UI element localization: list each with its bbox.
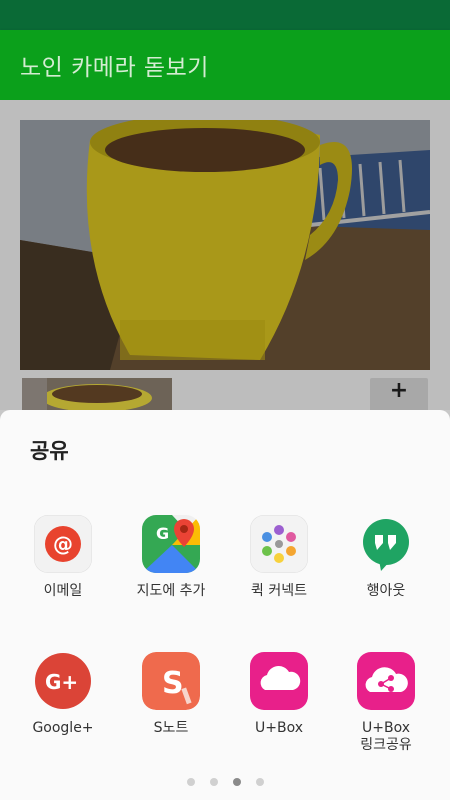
uplus-box-icon <box>250 652 308 710</box>
quick-connect-icon <box>250 515 308 573</box>
email-icon: @ <box>34 515 92 573</box>
share-app-label: Google+ <box>32 720 94 736</box>
share-app-google-plus[interactable]: G+ Google+ <box>7 652 119 737</box>
page-dot[interactable] <box>255 778 264 786</box>
maps-icon: G <box>142 515 200 573</box>
page-dot-active[interactable] <box>232 778 241 786</box>
s-note-icon: S <box>142 652 200 710</box>
share-app-label: U+Box <box>254 720 303 736</box>
share-app-email[interactable]: @ 이메일 <box>7 515 119 600</box>
uplus-box-link-icon <box>357 652 415 710</box>
svg-text:@: @ <box>53 532 73 556</box>
app-bar: 노인 카메라 돋보기 <box>0 30 450 100</box>
page-dot[interactable] <box>209 778 218 786</box>
share-app-label: 이메일 <box>43 583 83 599</box>
svg-text:G+: G+ <box>45 670 78 694</box>
google-plus-icon: G+ <box>34 652 92 710</box>
share-sheet: 공유 @ 이메일 G 지도에 추가 퀵 커넥트 행아웃 G+ Google+ S… <box>0 410 450 800</box>
share-app-uplus-box[interactable]: U+Box <box>223 652 335 737</box>
share-app-label: U+Box 링크공유 <box>360 720 412 753</box>
svg-text:S: S <box>162 666 184 701</box>
share-title: 공유 <box>30 439 69 463</box>
share-app-hangouts[interactable]: 행아웃 <box>330 515 442 600</box>
share-app-label: 지도에 추가 <box>136 583 206 599</box>
share-app-uplus-box-link[interactable]: U+Box 링크공유 <box>330 652 442 754</box>
page-dot[interactable] <box>186 778 195 786</box>
camera-content: + <box>0 100 450 510</box>
share-app-label: 행아웃 <box>366 583 406 599</box>
share-app-quick-connect[interactable]: 퀵 커넥트 <box>223 515 335 600</box>
page-indicator <box>0 778 450 786</box>
share-app-label: 퀵 커넥트 <box>251 583 307 599</box>
share-app-maps[interactable]: G 지도에 추가 <box>115 515 227 600</box>
share-app-s-note[interactable]: S S노트 <box>115 652 227 737</box>
hangouts-icon <box>357 515 415 573</box>
svg-text:G: G <box>156 524 169 543</box>
app-title: 노인 카메라 돋보기 <box>20 55 209 81</box>
share-app-label: S노트 <box>153 720 189 736</box>
status-bar <box>0 0 450 30</box>
